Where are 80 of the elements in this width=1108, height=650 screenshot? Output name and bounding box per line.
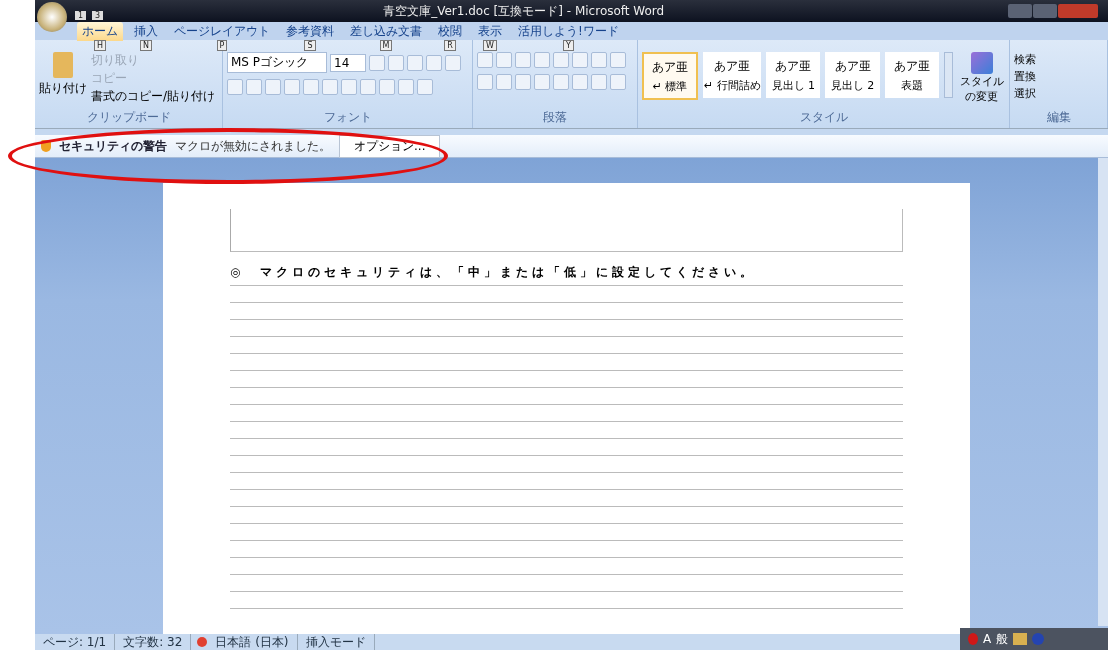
toolbar-icon[interactable] — [553, 52, 569, 68]
ribbon-tab[interactable]: ページレイアウト — [169, 22, 275, 41]
toolbar-icon[interactable] — [496, 74, 512, 90]
close-button[interactable] — [1058, 4, 1098, 18]
toolbar-icon[interactable] — [388, 54, 404, 71]
toolbar-icon[interactable] — [426, 54, 442, 71]
group-label: フォント — [322, 109, 373, 126]
toolbar-icon[interactable] — [417, 79, 433, 95]
font-size-field[interactable]: 14 — [330, 53, 366, 72]
style-preset[interactable]: あア亜 ↵ 標準 — [642, 52, 699, 100]
status-item[interactable]: ページ: 1/1 — [35, 633, 116, 650]
editing-button[interactable]: 検索 — [1014, 52, 1103, 67]
minimize-button[interactable] — [1008, 4, 1032, 18]
style-preset[interactable]: あア亜 表題 — [884, 52, 939, 98]
toolbar-icon[interactable] — [303, 79, 319, 95]
style-preset[interactable]: あア亜 見出し 1 — [766, 52, 821, 98]
font-name-field[interactable]: MS Pゴシック — [227, 52, 327, 73]
clipboard-item[interactable]: 書式のコピー/貼り付け — [91, 88, 216, 105]
toolbar-icon[interactable] — [398, 79, 414, 95]
spellcheck-icon[interactable] — [197, 637, 208, 647]
quick-access-button[interactable]: 1 — [75, 10, 87, 20]
toolbar-icon[interactable] — [591, 52, 607, 68]
toolbar-icon[interactable] — [246, 79, 262, 95]
toolbar-icon[interactable] — [534, 52, 550, 68]
toolbar-icon[interactable] — [496, 52, 512, 68]
window-title: 青空文庫_Ver1.doc [互換モード] - Microsoft Word — [383, 2, 665, 20]
toolbar-icon[interactable] — [591, 74, 607, 90]
change-styles-button[interactable]: スタイルの変更 — [958, 52, 1006, 104]
style-preset[interactable]: あア亜 見出し 2 — [825, 52, 880, 98]
toolbar-icon[interactable] — [477, 74, 493, 90]
toolbar-icon[interactable] — [407, 54, 423, 71]
toolbar-icon[interactable] — [445, 54, 461, 71]
group-label: 段落 — [542, 109, 568, 126]
ribbon-tab[interactable]: 表示 — [473, 22, 507, 41]
shield-icon — [41, 140, 51, 152]
options-button[interactable]: オプション... — [339, 134, 441, 158]
quick-access-button[interactable]: 3 — [92, 10, 104, 20]
status-item[interactable]: 文字数: 32 — [115, 633, 192, 650]
toolbar-icon[interactable] — [322, 79, 338, 95]
editing-button[interactable]: 置換 — [1014, 69, 1103, 84]
ribbon-tab[interactable]: 校閲 — [433, 22, 467, 41]
group-label: スタイル — [798, 109, 849, 126]
ribbon-tab[interactable]: 差し込み文書 — [345, 22, 427, 41]
toolbar-icon[interactable] — [360, 79, 376, 95]
ribbon-tab[interactable]: 挿入 — [129, 22, 163, 41]
toolbar-icon[interactable] — [572, 52, 588, 68]
toolbar-icon[interactable] — [341, 79, 357, 95]
toolbar-icon[interactable] — [265, 79, 281, 95]
toolbar-icon[interactable] — [610, 52, 626, 68]
toolbar-icon[interactable] — [534, 74, 550, 90]
help-icon[interactable] — [1032, 633, 1045, 645]
style-preset[interactable]: あア亜 ↵ 行間詰め — [703, 52, 762, 98]
toolbar-icon[interactable] — [284, 79, 300, 95]
group-label: 編集 — [1045, 109, 1072, 126]
toolbar-icon[interactable] — [610, 74, 626, 90]
editing-button[interactable]: 選択 — [1014, 86, 1103, 101]
restore-button[interactable] — [1033, 4, 1057, 18]
ime-mode[interactable]: A — [983, 632, 992, 646]
group-label: クリップボード — [85, 109, 172, 126]
vertical-scrollbar[interactable] — [1098, 158, 1108, 626]
toolbar-icon[interactable] — [515, 74, 531, 90]
ime-icon[interactable] — [1013, 633, 1028, 645]
toolbar-icon[interactable] — [572, 74, 588, 90]
paste-button[interactable]: 貼り付け — [39, 52, 87, 109]
security-warning-message: マクロが無効にされました。 — [175, 137, 331, 155]
gallery-scroll[interactable] — [943, 52, 954, 98]
toolbar-icon[interactable] — [379, 79, 395, 95]
toolbar-icon[interactable] — [227, 79, 243, 95]
office-button[interactable] — [37, 2, 67, 32]
toolbar-icon[interactable] — [369, 54, 385, 71]
ime-mode[interactable]: 般 — [996, 630, 1009, 648]
status-item[interactable]: 日本語 (日本) — [207, 633, 298, 650]
ribbon-tab[interactable]: 活用しよう!ワード — [513, 22, 624, 41]
toolbar-icon[interactable] — [515, 52, 531, 68]
toolbar-icon[interactable] — [553, 74, 569, 90]
ribbon-tab[interactable]: ホーム — [77, 22, 123, 41]
ribbon-tab[interactable]: 参考資料 — [281, 22, 339, 41]
security-warning-title: セキュリティの警告 — [59, 137, 167, 155]
status-item[interactable]: 挿入モード — [297, 633, 375, 650]
toolbar-icon[interactable] — [477, 52, 493, 68]
